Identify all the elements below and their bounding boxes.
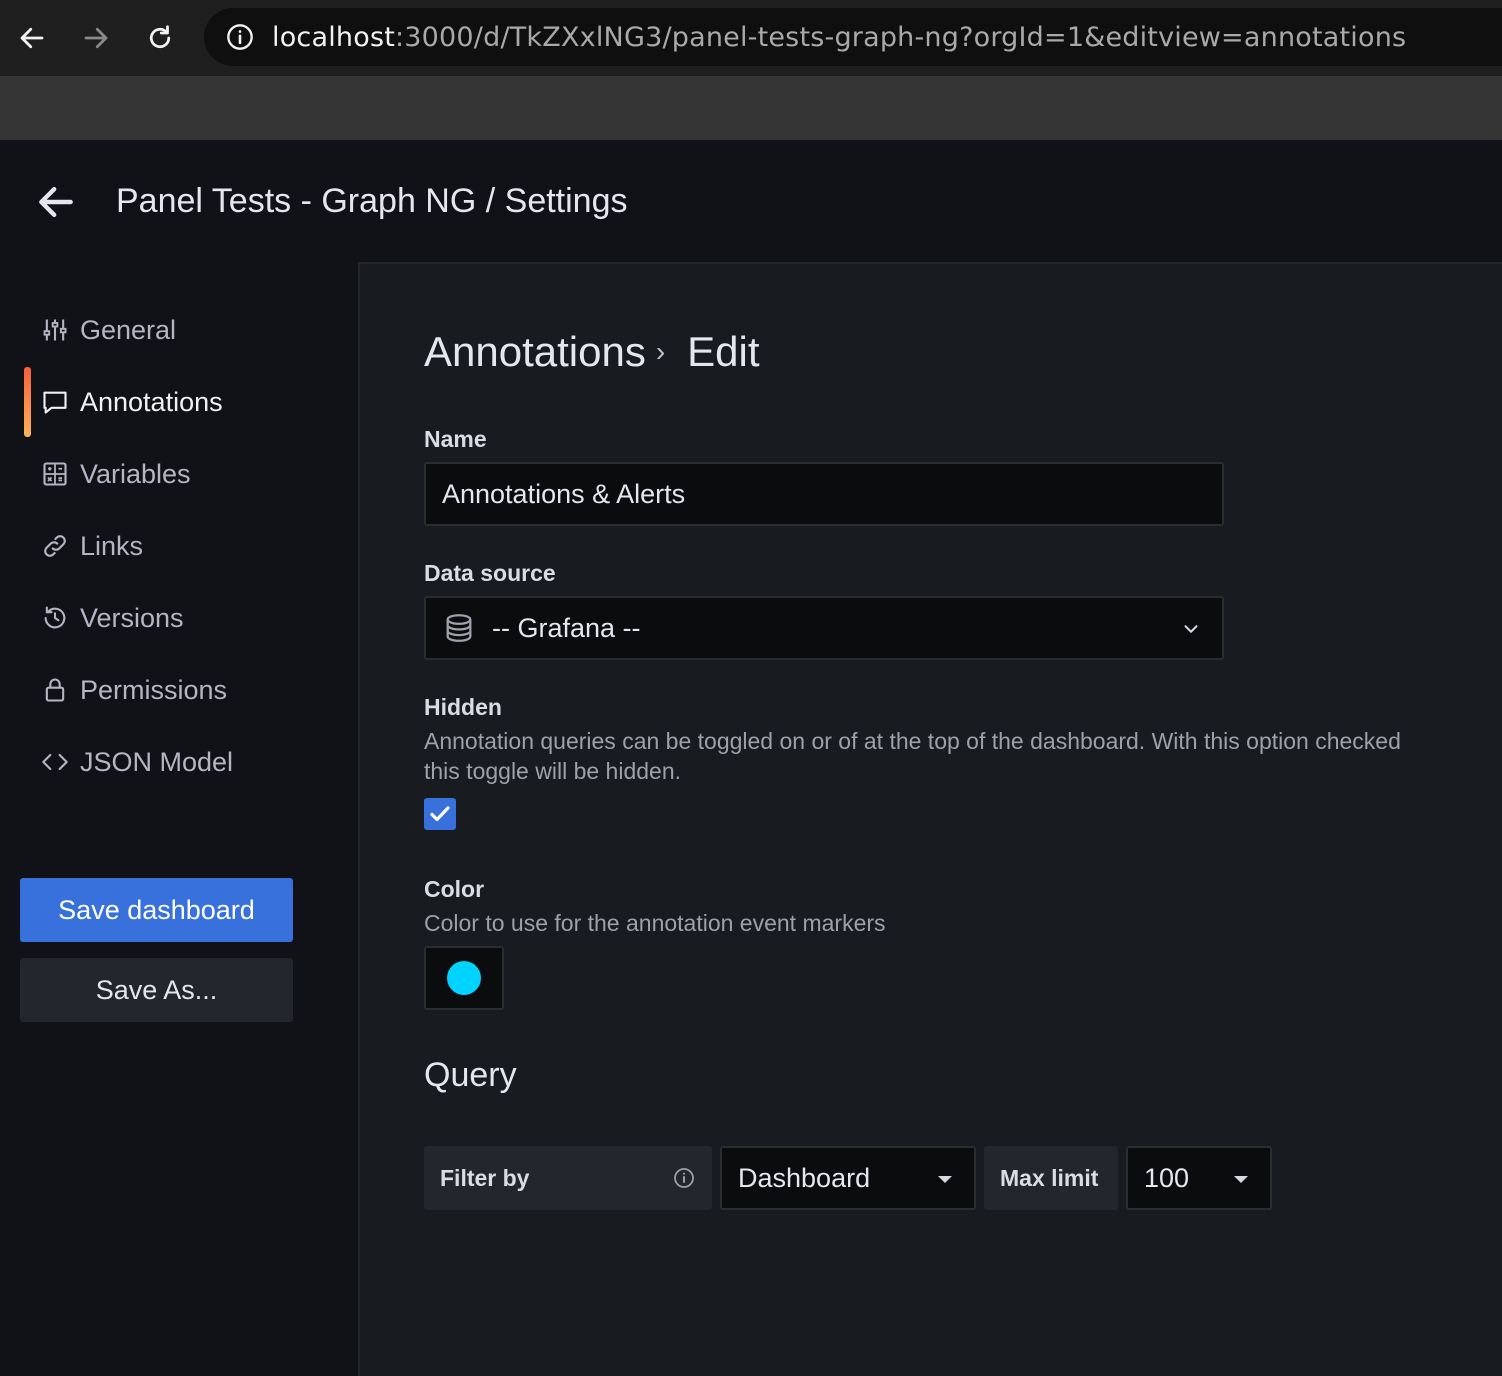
filter-by-label: Filter by [424,1146,712,1210]
sidebar-item-general[interactable]: General [40,306,340,354]
browser-forward-button[interactable] [76,18,116,58]
address-bar[interactable]: localhost:3000/d/TkZXxlNG3/panel-tests-g… [204,8,1502,66]
link-icon [40,531,70,561]
color-picker[interactable] [424,946,504,1010]
save-as-button[interactable]: Save As... [20,958,293,1022]
url-path: :3000/d/TkZXxlNG3/panel-tests-graph-ng?o… [395,21,1407,53]
filter-by-text: Filter by [440,1164,530,1191]
datasource-select[interactable]: -- Grafana -- [424,596,1224,660]
active-indicator [24,367,31,437]
name-label: Name [424,426,487,452]
max-limit-value: 100 [1144,1162,1190,1193]
datasource-label: Data source [424,560,556,586]
settings-sidebar: General Annotations Variables Links Vers… [0,262,358,1376]
arrow-left-icon [20,27,44,49]
reload-icon [149,25,171,49]
annotation-edit-panel: Annotations › Edit Name Data source -- G… [358,262,1502,1376]
lock-icon [40,675,70,705]
datasource-value: -- Grafana -- [492,612,641,643]
color-description: Color to use for the annotation event ma… [424,910,886,936]
url-text: localhost:3000/d/TkZXxlNG3/panel-tests-g… [272,22,1406,53]
sidebar-item-label: Variables [80,458,191,489]
browser-nav-bar: localhost:3000/d/TkZXxlNG3/panel-tests-g… [0,0,1502,76]
sidebar-item-label: Annotations [80,386,223,417]
max-limit-select[interactable]: 100 [1126,1146,1272,1210]
checkmark-icon [430,806,450,822]
info-circle-icon[interactable] [672,1166,696,1190]
sidebar-item-label: Permissions [80,674,228,705]
sidebar-item-links[interactable]: Links [40,522,340,570]
page-header: Panel Tests - Graph NG / Settings [0,140,1502,262]
back-arrow-icon[interactable] [34,180,78,224]
sidebar-item-json-model[interactable]: JSON Model [40,738,340,786]
breadcrumb-annotations[interactable]: Annotations [424,328,646,376]
breadcrumb-edit: Edit [687,328,760,375]
sidebar-item-label: JSON Model [80,746,234,777]
code-brackets-icon [40,747,70,777]
calculator-icon [40,459,70,489]
page-title: Panel Tests - Graph NG / Settings [116,182,628,220]
comment-icon [40,387,70,417]
breadcrumb: Annotations › Edit [424,328,760,376]
name-input[interactable] [424,462,1224,526]
color-dot [447,961,481,995]
filter-by-value: Dashboard [738,1162,871,1193]
caret-down-icon [1234,1176,1248,1183]
sidebar-item-variables[interactable]: Variables [40,450,340,498]
query-section-title: Query [424,1056,517,1094]
sidebar-item-label: Links [80,530,144,561]
sidebar-item-annotations[interactable]: Annotations [40,378,340,426]
hidden-label: Hidden [424,694,502,720]
browser-back-button[interactable] [12,18,52,58]
sidebar-item-permissions[interactable]: Permissions [40,666,340,714]
url-host: localhost [272,21,395,53]
browser-reload-button[interactable] [140,18,180,58]
hidden-checkbox[interactable] [424,798,456,830]
max-limit-label: Max limit [984,1146,1118,1210]
filter-by-select[interactable]: Dashboard [720,1146,976,1210]
hidden-description: Annotation queries can be toggled on or … [424,728,1401,784]
chevron-down-icon [1184,625,1198,633]
sidebar-item-label: General [80,314,177,345]
sidebar-item-label: Versions [80,602,184,633]
color-label: Color [424,876,485,902]
database-icon [446,614,472,642]
chevron-right-icon: › [655,336,666,367]
info-circle-icon[interactable] [226,23,254,51]
max-limit-text: Max limit [1000,1164,1099,1191]
caret-down-icon [938,1176,952,1183]
save-dashboard-button[interactable]: Save dashboard [20,878,293,942]
history-icon [40,603,70,633]
sliders-icon [40,315,70,345]
sidebar-item-versions[interactable]: Versions [40,594,340,642]
arrow-right-icon [84,27,108,49]
